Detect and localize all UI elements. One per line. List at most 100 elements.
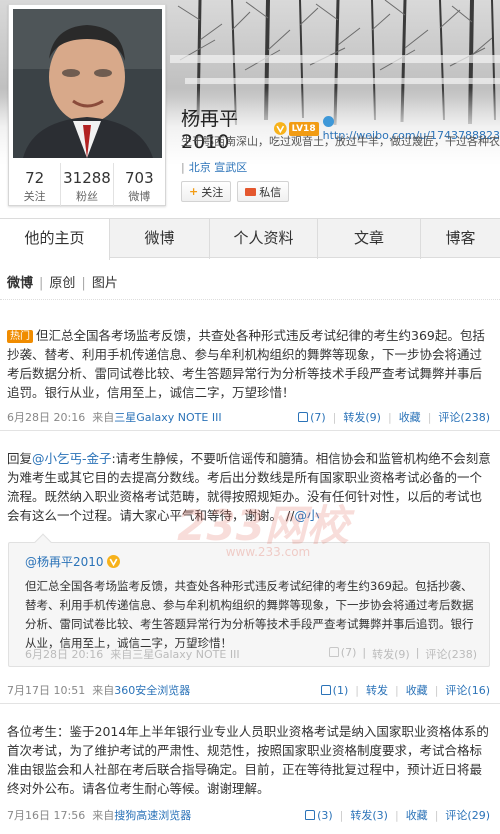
stat-followers[interactable]: 31288 粉丝 <box>61 163 114 207</box>
location-text: 北京 宣武区 <box>188 161 248 174</box>
action-sep: | <box>355 683 359 697</box>
post-date[interactable]: 7月16日 17:56 <box>7 809 85 822</box>
action-sep: | <box>339 808 344 822</box>
action-sep: | <box>387 410 392 424</box>
verified-v-icon <box>106 555 120 568</box>
filter-sep: | <box>39 276 44 291</box>
quoted-author: @杨再平2010 <box>25 553 120 570</box>
filter-original[interactable]: 原创 <box>49 270 75 298</box>
repost-button[interactable]: 转发 <box>366 682 388 698</box>
post-source: 7月17日 10:51 来自360安全浏览器 <box>7 682 190 698</box>
post-actions: (7) | 转发(9) | 收藏 | 评论(238) <box>298 409 490 425</box>
tab-home[interactable]: 他的主页 <box>0 219 110 260</box>
profile-actions: + 关注 私信 <box>181 181 290 202</box>
post-divider <box>0 430 500 431</box>
post-date[interactable]: 6月28日 20:16 <box>7 411 85 424</box>
quoted-actions: (7) | 转发(9) | 评论(238) <box>328 646 477 662</box>
filter-sep: | <box>81 276 86 291</box>
stat-label: 关注 <box>23 190 46 203</box>
post-source-link[interactable]: 360安全浏览器 <box>114 684 190 697</box>
favorite-button[interactable]: 收藏 <box>406 682 428 698</box>
location-pipe: | <box>181 161 185 174</box>
post-text: 热门 但汇总全国各考场监考反馈，共查处各种形式违反考试纪律的考生约369起。包括抄… <box>7 326 493 402</box>
thumbs-up-icon <box>328 647 339 657</box>
tab-blog[interactable]: 博客 <box>421 219 500 259</box>
post-source-link[interactable]: 搜狗高速浏览器 <box>114 809 191 822</box>
mail-icon <box>245 187 257 196</box>
comment-button[interactable]: 评论(238) <box>438 409 490 425</box>
avatar[interactable] <box>13 9 162 158</box>
comment-button[interactable]: 评论(16) <box>445 682 490 698</box>
reply-prefix: 回复 <box>7 451 33 466</box>
post-date[interactable]: 7月17日 10:51 <box>7 684 85 697</box>
action-sep: | <box>394 683 399 697</box>
filter-images[interactable]: 图片 <box>92 270 118 298</box>
quoted-post: @杨再平2010 但汇总全国各考场监考反馈，共查处各种形式违反考试纪律的考生约3… <box>8 533 490 667</box>
profile-bio: 生于鄂西南深山，吃过观音土，放过牛羊，做过篾匠，干过各种农活， <box>181 135 500 148</box>
post-meta: 7月17日 10:51 来自360安全浏览器 (1) | 转发 | 收藏 | 评论(1… <box>7 681 490 699</box>
action-sep: | <box>394 808 399 822</box>
post-source-prefix: 来自 <box>92 809 115 822</box>
follow-label: 关注 <box>201 185 224 199</box>
like-button[interactable]: (3) <box>305 809 333 822</box>
message-label: 私信 <box>259 185 282 199</box>
action-sep: | <box>434 808 439 822</box>
post-body: 各位考生：鉴于2014年上半年银行业专业人员职业资格考试是纳入国家职业资格体系的… <box>7 724 489 796</box>
comment-button[interactable]: 评论(29) <box>445 807 490 823</box>
stat-value: 31288 <box>63 169 111 187</box>
stat-label: 粉丝 <box>75 190 98 203</box>
thumbs-up-icon <box>298 411 309 422</box>
quoted-author-link[interactable]: @杨再平2010 <box>25 553 104 570</box>
quoted-meta: 6月28日 20:16 来自三星Galaxy NOTE III (7) | 转发(… <box>25 646 477 662</box>
quoted-like-button[interactable]: (7) <box>328 646 357 662</box>
action-sep: | <box>332 410 337 424</box>
tab-articles[interactable]: 文章 <box>318 219 421 259</box>
post-source: 7月16日 17:56 来自搜狗高速浏览器 <box>7 807 191 823</box>
like-count: (3) <box>317 808 333 822</box>
feed-post: 回复@小乞丐-金子:请考生静候，不要听信谣传和臆猜。相信协会和监管机构绝不会刻意… <box>0 449 500 525</box>
profile-tabs: 他的主页 微博 个人资料 文章 博客 <box>0 218 500 260</box>
post-body: 但汇总全国各考场监考反馈，共查处各种形式违反考试纪律的考生约369起。包括抄袭、… <box>7 328 485 400</box>
quoted-text: 但汇总全国各考场监考反馈，共查处各种形式违反考试纪律的考生约369起。包括抄袭、… <box>25 579 474 650</box>
quoted-like-count: (7) <box>340 646 357 659</box>
filter-weibo[interactable]: 微博 <box>7 270 33 298</box>
reply-mention[interactable]: @小乞丐-金子 <box>32 451 112 466</box>
stat-label: 微博 <box>128 190 151 203</box>
profile-location[interactable]: | 北京 宣武区 <box>181 159 247 175</box>
action-sep: | <box>362 646 367 659</box>
quoted-source: 6月28日 20:16 来自三星Galaxy NOTE III <box>25 646 240 662</box>
hot-tag[interactable]: 热门 <box>7 330 33 343</box>
stat-value: 703 <box>125 169 154 187</box>
post-meta: 6月28日 20:16 来自三星Galaxy NOTE III (7) | 转发(… <box>7 408 490 426</box>
quoted-repost-button[interactable]: 转发(9) <box>372 646 410 662</box>
quoted-source-link[interactable]: 三星Galaxy NOTE III <box>132 648 239 661</box>
follow-button[interactable]: + 关注 <box>181 181 232 202</box>
post-meta: 7月16日 17:56 来自搜狗高速浏览器 (3) | 转发(3) | 收藏 | 评论… <box>7 806 490 824</box>
favorite-button[interactable]: 收藏 <box>399 409 421 425</box>
reply-tail-mention[interactable]: @小 <box>294 508 319 523</box>
quoted-comment-button[interactable]: 评论(238) <box>425 646 477 662</box>
stat-following[interactable]: 72 关注 <box>9 163 62 207</box>
favorite-button[interactable]: 收藏 <box>406 807 428 823</box>
stat-weibo-count[interactable]: 703 微博 <box>114 163 165 207</box>
thumbs-up-icon <box>320 684 331 695</box>
repost-button[interactable]: 转发(9) <box>343 409 381 425</box>
tab-profile-info[interactable]: 个人资料 <box>210 219 318 259</box>
quoted-source-prefix: 来自 <box>110 648 133 661</box>
avatar-photo <box>13 9 162 158</box>
like-count: (7) <box>310 410 326 424</box>
like-button[interactable]: (7) <box>298 411 326 424</box>
post-source-link[interactable]: 三星Galaxy NOTE III <box>114 411 221 424</box>
like-button[interactable]: (1) <box>320 683 349 697</box>
action-sep: | <box>427 410 432 424</box>
post-actions: (1) | 转发 | 收藏 | 评论(16) <box>320 682 490 698</box>
like-count: (1) <box>332 683 349 697</box>
action-sep: | <box>415 646 420 659</box>
post-text: 回复@小乞丐-金子:请考生静候，不要听信谣传和臆猜。相信协会和监管机构绝不会刻意… <box>7 449 493 525</box>
post-source-prefix: 来自 <box>92 684 115 697</box>
message-button[interactable]: 私信 <box>237 181 290 202</box>
profile-card: 72 关注 31288 粉丝 703 微博 <box>8 4 166 207</box>
quoted-date[interactable]: 6月28日 20:16 <box>25 648 103 661</box>
repost-button[interactable]: 转发(3) <box>350 807 388 823</box>
tab-weibo[interactable]: 微博 <box>110 219 210 259</box>
